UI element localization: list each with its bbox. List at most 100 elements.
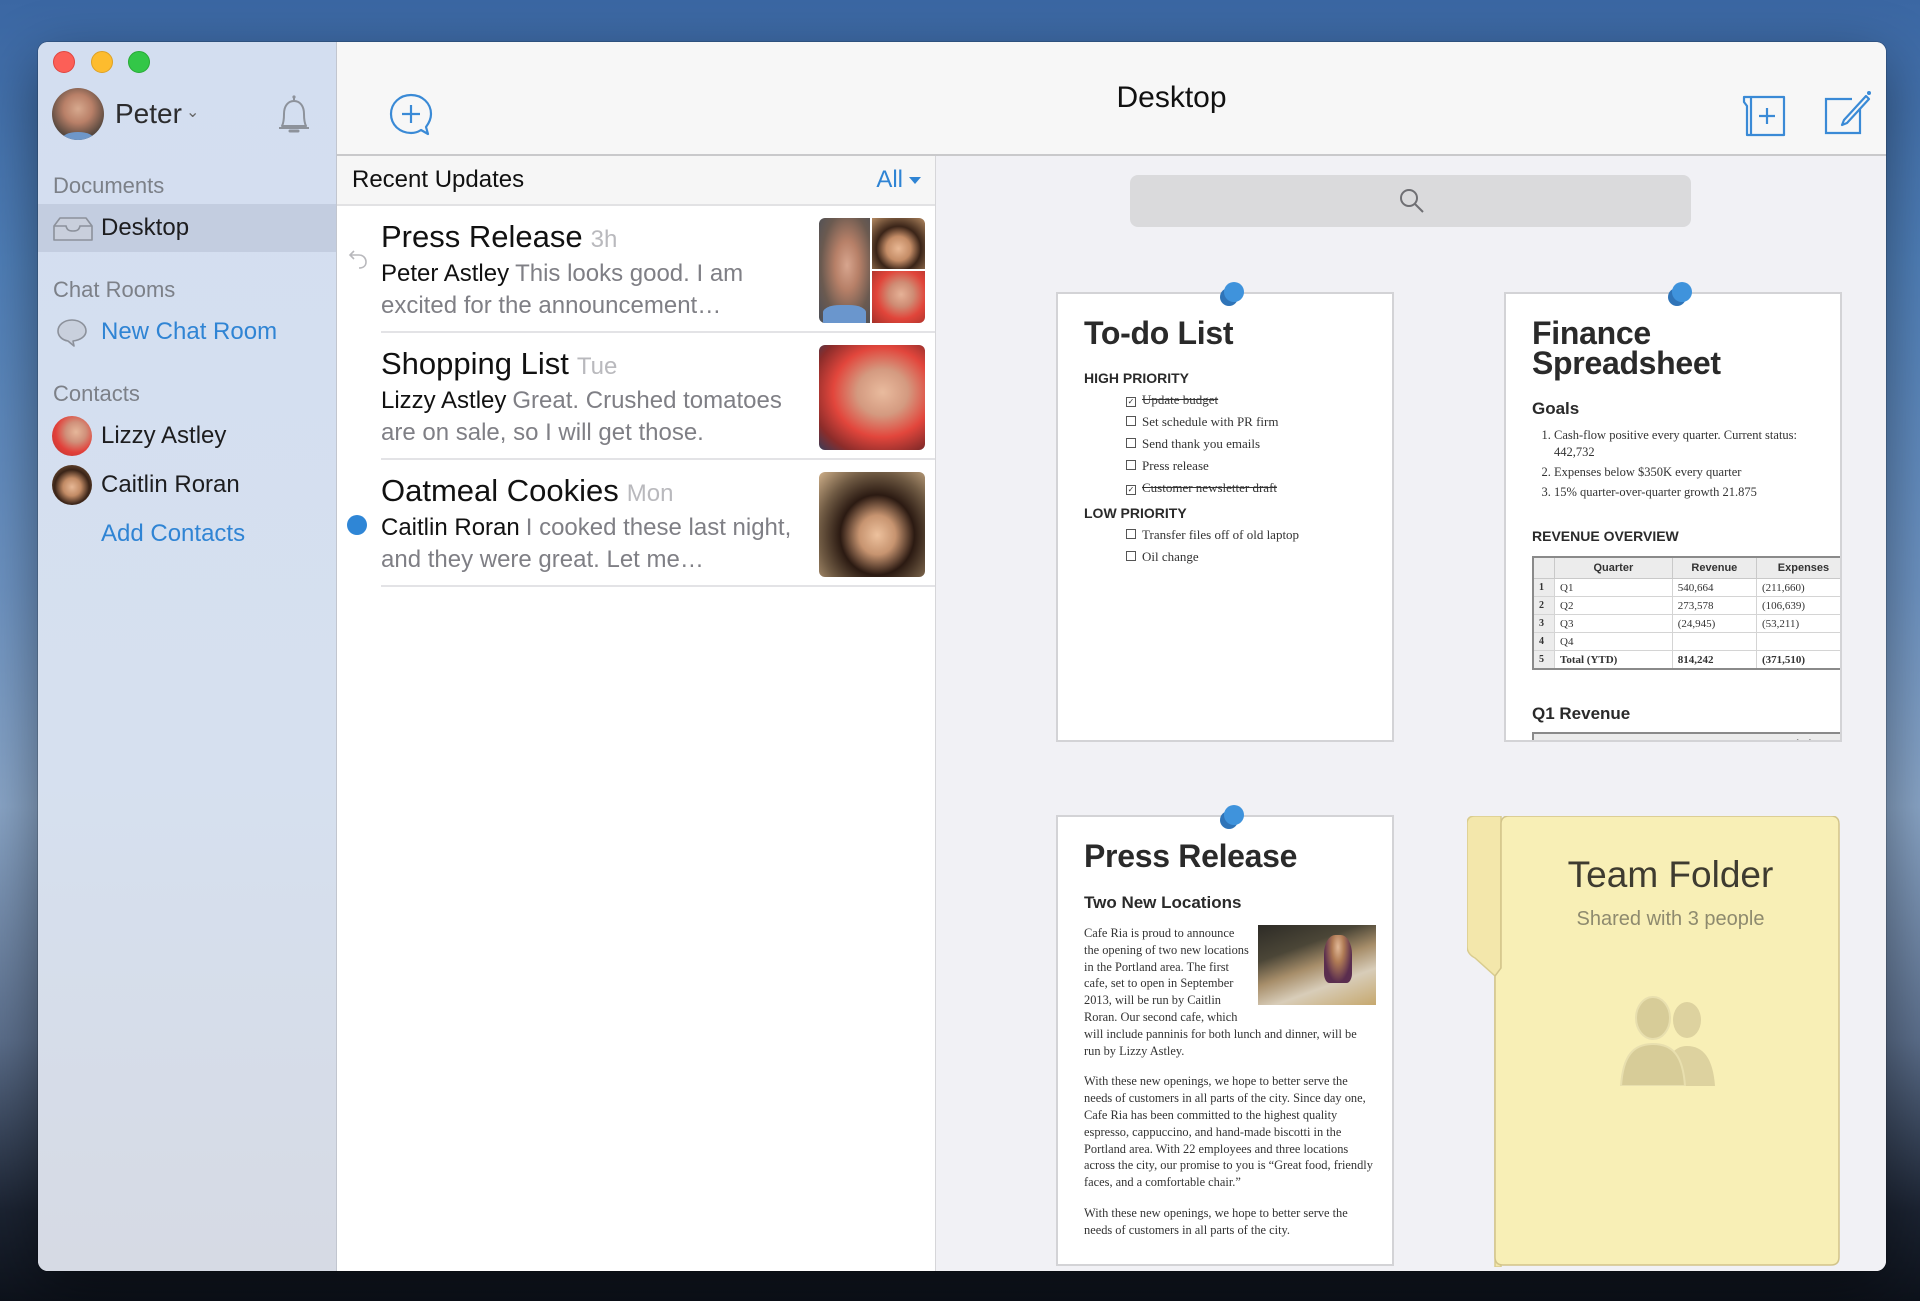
card-title: To-do List bbox=[1084, 315, 1234, 351]
high-priority-list: ✓ Update budget Set schedule with PR firm… bbox=[1084, 389, 1384, 499]
recent-updates-title: Recent Updates bbox=[352, 166, 525, 193]
unread-indicator bbox=[347, 515, 367, 535]
cafe-photo bbox=[1258, 925, 1376, 1005]
update-author: Lizzy Astley bbox=[381, 387, 507, 414]
page-title: Desktop bbox=[1116, 81, 1227, 114]
avatar-thumbnail bbox=[819, 345, 925, 450]
people-icon bbox=[1619, 996, 1715, 1086]
contacts-section-label: Contacts bbox=[53, 381, 140, 406]
checkbox-icon bbox=[1126, 416, 1136, 426]
folder-shared-status: Shared with 3 people bbox=[1576, 908, 1765, 930]
todo-item: Send thank you emails bbox=[1126, 433, 1384, 455]
checkbox-icon bbox=[1126, 551, 1136, 561]
low-priority-list: Transfer files off of old laptop Oil cha… bbox=[1084, 524, 1384, 568]
avatar bbox=[52, 416, 92, 456]
table-header-row: Quarter Revenue Expenses bbox=[1532, 556, 1840, 579]
chevron-down-icon[interactable]: ⌄ bbox=[186, 102, 199, 122]
sidebar-contact-lizzy-astley[interactable]: Lizzy Astley bbox=[38, 412, 336, 460]
recent-updates-pane: Recent Updates All Press Release 3h Peter… bbox=[337, 156, 936, 1271]
chat-bubble-icon bbox=[57, 319, 87, 347]
sidebar-item-label: Desktop bbox=[101, 214, 190, 241]
pin-icon bbox=[1220, 805, 1244, 829]
todo-item: ✓ Customer newsletter draft bbox=[1126, 480, 1278, 495]
todo-item: ✓ Update budget bbox=[1126, 392, 1219, 407]
press-release-subtitle: Two New Locations bbox=[1084, 893, 1242, 912]
avatar-thumbnail bbox=[819, 472, 925, 577]
press-release-body: Cafe Ria is proud to announce the openin… bbox=[1084, 925, 1376, 1253]
sidebar-item-label: New Chat Room bbox=[101, 318, 278, 345]
q1-revenue-heading: Q1 Revenue bbox=[1532, 704, 1631, 723]
avatar bbox=[872, 271, 925, 323]
update-row[interactable]: Oatmeal Cookies Mon Caitlin Roran I cooked… bbox=[337, 460, 935, 587]
update-title: Oatmeal Cookies Mon bbox=[381, 473, 674, 508]
documents-section-label: Documents bbox=[53, 173, 165, 198]
checkbox-icon bbox=[1126, 460, 1136, 470]
pin-icon bbox=[1220, 282, 1244, 306]
divider bbox=[381, 585, 935, 587]
sidebar-contact-caitlin-roran[interactable]: Caitlin Roran bbox=[38, 461, 336, 509]
search-input[interactable] bbox=[1130, 175, 1691, 227]
avatar bbox=[52, 465, 92, 505]
recent-updates-header: Recent Updates All bbox=[337, 156, 935, 206]
checkbox-icon bbox=[1126, 438, 1136, 448]
sidebar-item-desktop[interactable]: Desktop bbox=[38, 204, 336, 252]
add-contacts-link[interactable]: Add Contacts bbox=[38, 510, 336, 558]
add-contacts-label: Add Contacts bbox=[101, 520, 246, 547]
participants-thumbnail bbox=[819, 218, 925, 323]
zoom-window-button[interactable] bbox=[128, 51, 150, 73]
revenue-table: Quarter Revenue Expenses 1 Q1 540,664 (211,… bbox=[1532, 556, 1840, 670]
update-title: Press Release 3h bbox=[381, 219, 618, 254]
update-time: Mon bbox=[626, 480, 674, 507]
team-folder[interactable]: Team Folder Shared with 3 people bbox=[1467, 816, 1840, 1267]
todo-item: Transfer files off of old laptop bbox=[1126, 524, 1384, 546]
update-time: 3h bbox=[590, 226, 618, 253]
checkbox-checked-icon: ✓ bbox=[1126, 485, 1136, 495]
todo-item: Press release bbox=[1126, 455, 1384, 477]
high-priority-heading: HIGH PRIORITY bbox=[1084, 370, 1190, 386]
update-preview: Lizzy Astley Great. Crushed tomatoes are … bbox=[381, 385, 801, 449]
desktop-content: To-do List HIGH PRIORITY ✓ Update budget … bbox=[936, 156, 1886, 1271]
update-row[interactable]: Shopping List Tue Lizzy Astley Great. Crus… bbox=[337, 333, 935, 460]
update-preview: Peter Astley This looks good. I am excite… bbox=[381, 258, 801, 322]
table-row: 1 Q1 540,664 (211,660) bbox=[1532, 578, 1840, 597]
table-row: 3 Q3 (24,945) (53,211) bbox=[1532, 614, 1840, 633]
user-avatar[interactable] bbox=[52, 88, 104, 140]
toolbar: Desktop bbox=[337, 42, 1886, 156]
table-row-total: 5 Total (YTD) 814,242 (371,510) bbox=[1532, 650, 1840, 670]
update-author: Peter Astley bbox=[381, 260, 510, 287]
document-card-press-release[interactable]: Press Release Two New Locations Cafe Ria… bbox=[1056, 815, 1394, 1266]
filter-dropdown[interactable]: All bbox=[876, 166, 921, 194]
contact-name: Lizzy Astley bbox=[101, 422, 227, 449]
avatar bbox=[872, 218, 925, 269]
pin-icon bbox=[1668, 282, 1692, 306]
new-folder-icon[interactable] bbox=[1742, 94, 1786, 138]
card-title: Finance Spreadsheet bbox=[1532, 315, 1721, 381]
update-row[interactable]: Press Release 3h Peter Astley This looks g… bbox=[337, 206, 935, 333]
caret-down-icon bbox=[909, 177, 921, 185]
avatar bbox=[819, 218, 870, 323]
document-card-finance-spreadsheet[interactable]: Finance Spreadsheet Goals Cash-flow posi… bbox=[1504, 292, 1842, 742]
table-row: 2 Q2 273,578 (106,639) bbox=[1532, 596, 1840, 615]
compose-icon[interactable] bbox=[1822, 88, 1872, 138]
sidebar: Peter ⌄ Documents Desktop Chat Rooms New… bbox=[38, 42, 337, 1271]
filter-label: All bbox=[876, 166, 903, 193]
user-name[interactable]: Peter bbox=[115, 98, 182, 130]
document-card-todo-list[interactable]: To-do List HIGH PRIORITY ✓ Update budget … bbox=[1056, 292, 1394, 742]
close-window-button[interactable] bbox=[53, 51, 75, 73]
minimize-window-button[interactable] bbox=[91, 51, 113, 73]
checkbox-icon bbox=[1126, 529, 1136, 539]
update-preview: Caitlin Roran I cooked these last night, … bbox=[381, 512, 801, 576]
update-time: Tue bbox=[576, 353, 618, 380]
contact-name: Caitlin Roran bbox=[101, 471, 240, 498]
goals-list: Cash-flow positive every quarter. Curren… bbox=[1538, 427, 1824, 504]
table-row: 4 Q4 bbox=[1532, 632, 1840, 651]
update-title: Shopping List Tue bbox=[381, 346, 618, 381]
sidebar-item-new-chat-room[interactable]: New Chat Room bbox=[38, 308, 336, 356]
update-author: Caitlin Roran bbox=[381, 514, 520, 541]
todo-item: Oil change bbox=[1126, 546, 1384, 568]
reply-icon bbox=[348, 250, 367, 269]
chat-rooms-section-label: Chat Rooms bbox=[53, 277, 176, 302]
bell-icon[interactable] bbox=[270, 92, 318, 140]
app-window: Peter ⌄ Documents Desktop Chat Rooms New… bbox=[38, 42, 1886, 1271]
low-priority-heading: LOW PRIORITY bbox=[1084, 505, 1187, 521]
